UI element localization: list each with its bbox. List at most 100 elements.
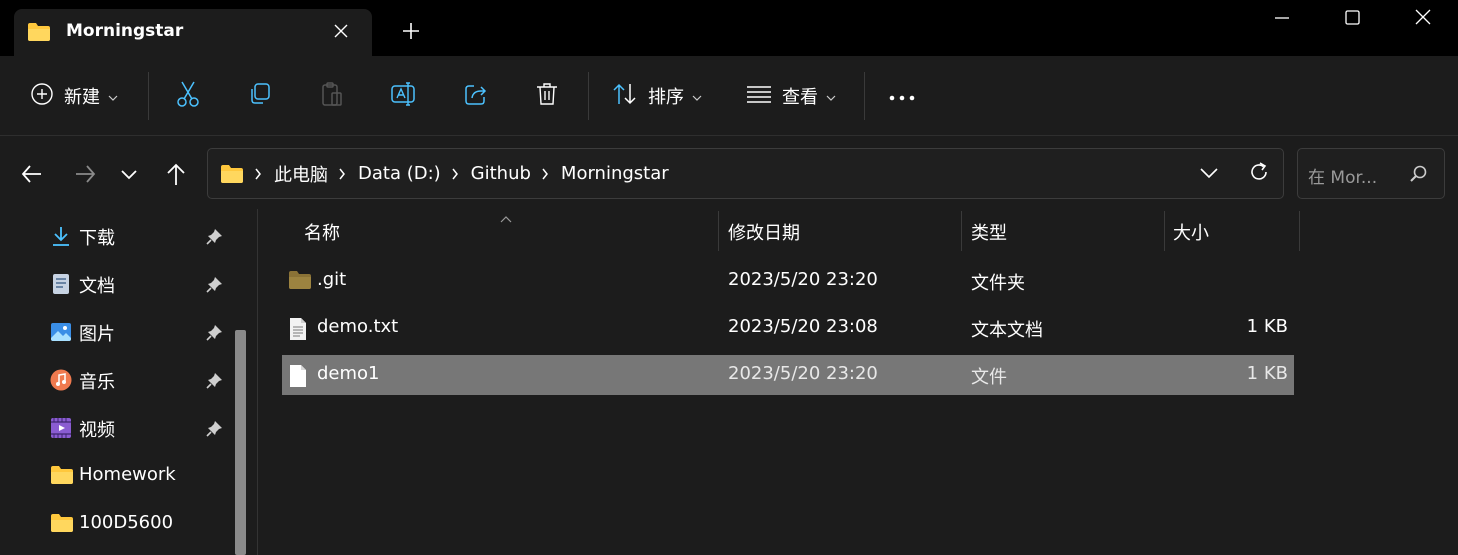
rename-icon [391, 82, 417, 110]
view-button-label: 查看 [782, 87, 818, 108]
sidebar-item-music[interactable]: 音乐 [0, 355, 232, 403]
sidebar-item-homework[interactable]: Homework [0, 451, 232, 499]
column-header-size[interactable]: 大小 [1173, 219, 1209, 245]
cut-button[interactable] [176, 56, 200, 136]
pin-icon[interactable] [206, 371, 224, 393]
share-button[interactable] [464, 56, 488, 136]
navigation-pane: 下载 文档 图片 音乐 视频 Homework 100D5600 [0, 209, 258, 555]
toolbar-divider [864, 72, 865, 120]
address-history-chevron-icon[interactable] [1199, 163, 1219, 187]
breadcrumb-separator-icon [541, 168, 549, 180]
search-placeholder: 在 Mor... [1308, 168, 1378, 188]
column-divider[interactable] [1164, 211, 1165, 251]
close-tab-icon[interactable] [332, 22, 350, 40]
view-button[interactable]: 查看 [746, 56, 836, 136]
breadcrumb-item[interactable]: Github [471, 163, 531, 184]
sort-button[interactable]: 排序 [612, 56, 702, 136]
share-icon [464, 82, 488, 110]
column-divider[interactable] [961, 211, 962, 251]
sort-arrows-icon [612, 82, 638, 110]
address-bar[interactable]: 此电脑 Data (D:) Github Morningstar [207, 148, 1284, 199]
file-size: 1 KB [1246, 363, 1288, 384]
search-icon [1408, 164, 1428, 188]
list-view-icon [746, 84, 772, 108]
pin-icon[interactable] [206, 323, 224, 345]
sidebar-item-downloads[interactable]: 下载 [0, 211, 232, 259]
pin-icon[interactable] [206, 419, 224, 441]
sidebar-item-pictures[interactable]: 图片 [0, 307, 232, 355]
paste-button[interactable] [320, 56, 344, 136]
plus-circle-icon [30, 82, 54, 110]
search-input[interactable]: 在 Mor... [1297, 148, 1445, 199]
file-size: 1 KB [1246, 316, 1288, 337]
folder-icon [50, 513, 73, 535]
sidebar-item-label: 音乐 [79, 372, 115, 393]
window-tab[interactable]: Morningstar [14, 9, 372, 56]
folder-icon [50, 465, 73, 487]
chevron-down-icon [826, 87, 836, 106]
refresh-icon[interactable] [1248, 161, 1270, 187]
file-type: 文件 [971, 367, 1007, 388]
download-icon [50, 225, 72, 247]
sidebar-item-label: Homework [79, 464, 176, 485]
command-bar: 新建 排序 查看 [0, 56, 1458, 136]
file-name: demo.txt [317, 316, 399, 337]
text-file-icon [288, 317, 308, 345]
chevron-down-icon [692, 87, 702, 106]
sidebar-item-label: 图片 [79, 324, 115, 345]
close-window-icon[interactable] [1409, 6, 1437, 30]
trash-icon [536, 82, 558, 110]
title-bar: Morningstar [0, 0, 1458, 56]
file-name: demo1 [317, 363, 380, 384]
breadcrumb-item[interactable]: Data (D:) [358, 163, 441, 184]
column-header-type[interactable]: 类型 [971, 219, 1007, 245]
pin-icon[interactable] [206, 275, 224, 297]
breadcrumb-separator-icon [254, 168, 262, 180]
breadcrumb-item[interactable]: 此电脑 [274, 161, 328, 187]
column-header-name[interactable]: 名称 [304, 219, 340, 245]
column-divider[interactable] [1299, 211, 1300, 251]
pictures-icon [50, 321, 72, 343]
file-list: 名称 修改日期 类型 大小 .git 2023/5/20 23:20 文件夹 d… [259, 209, 1458, 555]
breadcrumb-separator-icon [451, 168, 459, 180]
toolbar-divider [148, 72, 149, 120]
back-icon[interactable] [20, 161, 46, 187]
minimize-icon[interactable] [1268, 6, 1296, 30]
column-header-row: 名称 修改日期 类型 大小 [259, 209, 1300, 253]
sidebar-item-label: 视频 [79, 420, 115, 441]
recent-locations-chevron-icon[interactable] [118, 161, 144, 187]
file-type: 文本文档 [971, 320, 1043, 341]
file-modified: 2023/5/20 23:20 [728, 269, 878, 290]
videos-icon [50, 417, 72, 439]
up-icon[interactable] [164, 161, 190, 187]
new-button[interactable]: 新建 [30, 56, 118, 136]
tab-title: Morningstar [66, 21, 184, 41]
delete-button[interactable] [536, 56, 558, 136]
table-row[interactable]: .git 2023/5/20 23:20 文件夹 [282, 261, 1294, 301]
breadcrumb-item[interactable]: Morningstar [561, 163, 669, 184]
table-row-selected[interactable]: demo1 2023/5/20 23:20 文件 1 KB [282, 355, 1294, 395]
file-icon [288, 364, 308, 392]
pin-icon[interactable] [206, 227, 224, 249]
sidebar-item-label: 100D5600 [79, 512, 174, 533]
column-header-modified[interactable]: 修改日期 [728, 219, 800, 245]
copy-button[interactable] [248, 56, 272, 136]
forward-icon[interactable] [73, 161, 99, 187]
rename-button[interactable] [391, 56, 417, 136]
table-row[interactable]: demo.txt 2023/5/20 23:08 文本文档 1 KB [282, 308, 1294, 348]
file-modified: 2023/5/20 23:08 [728, 316, 878, 337]
folder-icon [27, 22, 51, 46]
copy-icon [248, 82, 272, 110]
column-divider[interactable] [718, 211, 719, 251]
sidebar-item-label: 文档 [79, 276, 115, 297]
more-options-button[interactable] [888, 56, 916, 136]
sidebar-item-documents[interactable]: 文档 [0, 259, 232, 307]
new-tab-icon[interactable] [400, 20, 422, 42]
chevron-down-icon [108, 87, 118, 106]
sidebar-scrollbar[interactable] [235, 330, 246, 555]
sidebar-item-100d5600[interactable]: 100D5600 [0, 499, 232, 547]
sidebar-item-videos[interactable]: 视频 [0, 403, 232, 451]
maximize-icon[interactable] [1338, 6, 1366, 30]
file-name: .git [317, 269, 347, 290]
new-button-label: 新建 [64, 87, 100, 108]
